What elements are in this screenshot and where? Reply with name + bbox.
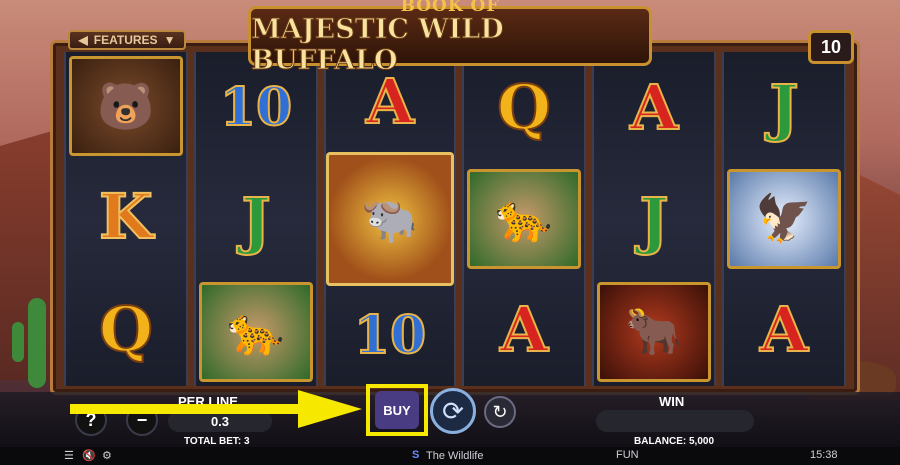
book-wild-symbol: 🐃 <box>326 151 454 287</box>
letter-symbol: Q <box>98 292 154 366</box>
reel-6: J 🦅 A <box>722 52 846 386</box>
eagle-symbol: 🦅 <box>727 168 841 269</box>
triangle-left-icon: ◀ <box>78 33 88 47</box>
status-bar: ☰ 🔇 ⚙ S The Wildlife FUN 15:38 <box>0 447 900 465</box>
game-logo: BOOK OF MAJESTIC WILD BUFFALO <box>248 0 652 77</box>
buffalo-symbol: 🐂 <box>597 281 711 382</box>
clock: 15:38 <box>810 449 838 461</box>
cactus-arm-decoration <box>12 322 24 362</box>
features-label: FEATURES <box>93 33 158 47</box>
provider-name: The Wildlife <box>426 450 484 462</box>
spin-button[interactable]: ⟳ <box>430 388 476 434</box>
highlight-arrow-head <box>298 390 362 428</box>
letter-symbol: K <box>98 179 154 253</box>
letter-symbol: A <box>499 292 549 366</box>
features-button[interactable]: ◀ FEATURES ▼ <box>68 30 186 50</box>
reel-5: A J 🐂 <box>592 52 716 386</box>
autoplay-icon: ↻ <box>492 401 508 422</box>
buy-feature-button[interactable]: BUY <box>375 391 419 429</box>
letter-symbol: J <box>240 183 271 257</box>
reel-4: Q 🐆 A <box>462 52 586 386</box>
reel-grid: 🐻 K Q 10 J 🐆 A 🐃 10 Q 🐆 A A J 🐂 J 🦅 A <box>64 52 846 386</box>
total-bet-label: TOTAL BET: 3 <box>184 436 250 447</box>
provider-logo-icon: S <box>412 449 420 461</box>
bear-symbol: 🐻 <box>69 56 183 157</box>
win-label: WIN <box>659 394 685 409</box>
cougar-symbol: 🐆 <box>467 168 581 269</box>
cactus-decoration <box>28 298 46 388</box>
letter-symbol: J <box>638 183 669 257</box>
reel-2: 10 J 🐆 <box>194 52 318 386</box>
settings-icon[interactable]: ⚙ <box>102 449 112 462</box>
cougar-symbol: 🐆 <box>199 281 313 382</box>
letter-symbol: A <box>759 292 809 366</box>
mode-indicator: FUN <box>616 449 639 461</box>
spin-icon: ⟳ <box>442 395 464 426</box>
buy-highlight-box: BUY <box>366 384 428 436</box>
win-value <box>596 410 754 432</box>
triangle-down-icon: ▼ <box>163 33 176 47</box>
reel-3: A 🐃 10 <box>324 52 456 386</box>
sound-icon[interactable]: 🔇 <box>82 449 96 462</box>
autoplay-button[interactable]: ↻ <box>484 396 516 428</box>
balance-label: BALANCE: 5,000 <box>634 436 715 447</box>
highlight-arrow-shaft <box>70 404 302 414</box>
menu-icon[interactable]: ☰ <box>64 449 74 462</box>
reel-1: 🐻 K Q <box>64 52 188 386</box>
logo-line-2: MAJESTIC WILD BUFFALO <box>251 14 505 77</box>
letter-symbol: J <box>768 71 799 145</box>
letter-symbol: 10 <box>353 305 427 367</box>
paylines-badge: 10 <box>808 30 854 64</box>
